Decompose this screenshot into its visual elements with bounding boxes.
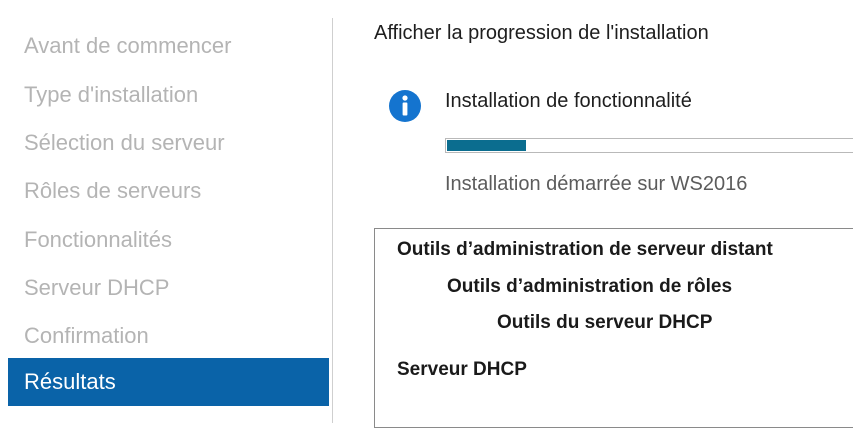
status-title: Installation de fonctionnalité xyxy=(445,90,692,112)
sidebar-divider xyxy=(332,18,333,423)
page-title: Afficher la progression de l'installatio… xyxy=(374,22,709,44)
sidebar-item-confirmation[interactable]: Confirmation xyxy=(8,312,329,360)
sidebar-item-serveur-dhcp[interactable]: Serveur DHCP xyxy=(8,264,329,312)
progress-fill xyxy=(447,140,527,151)
results-list: Outils d’administration de serveur dista… xyxy=(374,228,853,428)
result-item: Outils d’administration de rôles xyxy=(447,276,733,297)
sidebar-item-type-installation[interactable]: Type d'installation xyxy=(8,71,329,119)
result-item: Serveur DHCP xyxy=(397,359,527,380)
result-item: Outils d’administration de serveur dista… xyxy=(397,239,773,260)
sidebar-item-avant-de-commencer[interactable]: Avant de commencer xyxy=(8,22,329,70)
installation-progress-bar xyxy=(445,138,853,153)
sidebar-item-roles-serveurs[interactable]: Rôles de serveurs xyxy=(8,167,329,215)
status-subtitle: Installation démarrée sur WS2016 xyxy=(445,173,748,195)
sidebar-item-resultats[interactable]: Résultats xyxy=(8,358,329,406)
sidebar-item-fonctionnalites[interactable]: Fonctionnalités xyxy=(8,216,329,264)
result-item: Outils du serveur DHCP xyxy=(497,312,713,333)
sidebar-item-selection-serveur[interactable]: Sélection du serveur xyxy=(8,119,329,167)
wizard-steps-sidebar: Avant de commencer Type d'installation S… xyxy=(0,0,334,423)
info-icon xyxy=(389,90,421,122)
